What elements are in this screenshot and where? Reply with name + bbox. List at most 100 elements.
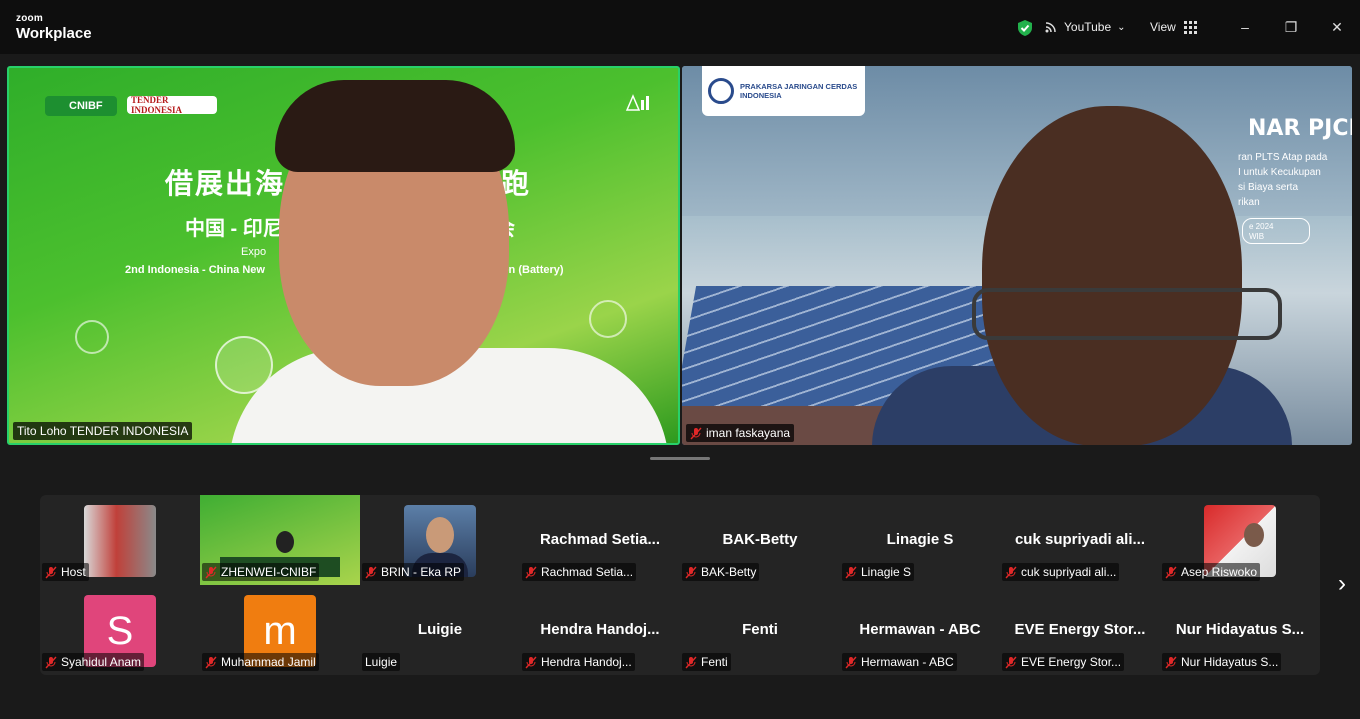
participant-tile[interactable]: Fenti Fenti <box>680 585 840 675</box>
participant-tile[interactable]: Linagie S Linagie S <box>840 495 1000 585</box>
participant-name-tag: Hermawan - ABC <box>842 653 957 671</box>
webinar-desc-line: I untuk Kecukupan <box>1238 167 1321 178</box>
pjci-logo: PRAKARSA JARINGAN CERDAS INDONESIA <box>702 66 865 116</box>
participant-display-name: Linagie S <box>886 531 954 548</box>
participant-display-name: Hermawan - ABC <box>859 621 981 638</box>
mic-muted-icon <box>1005 656 1017 668</box>
speaker-name: Tito Loho TENDER INDONESIA <box>17 424 189 438</box>
close-button[interactable]: ✕ <box>1328 18 1346 36</box>
person-face <box>426 517 454 553</box>
speaker-hair <box>275 80 515 172</box>
participant-tile[interactable]: Asep Riswoko <box>1160 495 1320 585</box>
participant-tile[interactable]: S Syahidul Anam <box>40 585 200 675</box>
tender-logo: TENDER INDONESIA <box>127 95 217 115</box>
speaker-tile[interactable]: PRAKARSA JARINGAN CERDAS INDONESIA NAR P… <box>682 66 1352 445</box>
participant-name-tag: EVE Energy Stor... <box>1002 653 1125 671</box>
participant-display-name: Fenti <box>742 621 778 638</box>
participant-tile[interactable]: Luigie Luigie <box>360 585 520 675</box>
participant-name-tag: Nur Hidayatus S... <box>1162 653 1282 671</box>
participant-tile[interactable]: Nur Hidayatus S... Nur Hidayatus S... <box>1160 585 1320 675</box>
webinar-date-badge: e 2024 WIB <box>1242 218 1310 244</box>
webinar-desc-line: si Biaya serta <box>1238 182 1299 193</box>
participant-gallery-strip: Host ZHENWEI-CNIBF BRIN - Eka RP Rachmad… <box>40 495 1320 675</box>
mic-muted-icon <box>845 656 857 668</box>
glasses-icon <box>972 288 1282 340</box>
webinar-desc-line: ran PLTS Atap pada <box>1238 152 1328 163</box>
pjci-logo-icon <box>708 78 734 104</box>
mic-muted-icon <box>845 566 857 578</box>
cnibf-logo-text: CNIBF <box>69 100 103 112</box>
participant-name: Luigie <box>365 655 398 669</box>
mic-muted-icon <box>525 656 537 668</box>
restore-button[interactable]: ❐ <box>1282 18 1300 36</box>
chevron-down-icon: ⌄ <box>1117 21 1126 33</box>
car-decor-icon <box>589 300 627 338</box>
mic-muted-icon <box>1165 566 1177 578</box>
participant-name: Muhammad Jamil <box>221 655 316 669</box>
participant-display-name: cuk supriyadi ali... <box>1014 531 1146 548</box>
tender-logo-text: TENDER INDONESIA <box>131 95 183 115</box>
webinar-date: e 2024 <box>1249 222 1274 231</box>
participant-name: Asep Riswoko <box>1181 565 1258 579</box>
participant-tile[interactable]: BAK-Betty BAK-Betty <box>680 495 840 585</box>
participant-name-tag: Asep Riswoko <box>1162 563 1261 581</box>
person-face <box>1244 523 1264 547</box>
expo-logo-icon <box>623 90 655 114</box>
participant-tile[interactable]: cuk supriyadi ali... cuk supriyadi ali..… <box>1000 495 1160 585</box>
security-shield-icon[interactable] <box>1016 19 1034 37</box>
participant-name-tag: Luigie <box>362 653 401 671</box>
participant-name: ZHENWEI-CNIBF <box>221 565 317 579</box>
participant-tile[interactable]: m Muhammad Jamil <box>200 585 360 675</box>
participant-display-name: Luigie <box>417 621 463 638</box>
participant-name-tag: Host <box>42 563 89 581</box>
slide-title-cn: 借展出海 <box>165 168 286 199</box>
participant-name: Syahidul Anam <box>61 655 142 669</box>
mic-muted-icon <box>205 656 217 668</box>
participant-name-tag: Fenti <box>682 653 731 671</box>
title-bar: zoom Workplace YouTube ⌄ View – ❐ ✕ <box>0 0 1360 54</box>
mic-muted-icon <box>365 566 377 578</box>
participant-tile[interactable]: Rachmad Setia... Rachmad Setia... <box>520 495 680 585</box>
participant-tile[interactable]: ZHENWEI-CNIBF <box>200 495 360 585</box>
participant-display-name: Rachmad Setia... <box>539 531 661 548</box>
participant-name-tag: BAK-Betty <box>682 563 760 581</box>
participant-name-tag: ZHENWEI-CNIBF <box>202 563 320 581</box>
next-page-arrow-icon[interactable]: › <box>1330 570 1354 600</box>
grid-icon <box>1183 20 1197 34</box>
view-menu[interactable]: View <box>1150 20 1197 34</box>
person-silhouette <box>276 531 294 553</box>
participant-display-name: Hendra Handoj... <box>540 621 660 638</box>
participant-name: Fenti <box>701 655 728 669</box>
minimize-button[interactable]: – <box>1236 18 1254 36</box>
mic-muted-icon <box>45 656 57 668</box>
app-logo: zoom Workplace <box>16 14 92 42</box>
participant-name: EVE Energy Stor... <box>1021 655 1122 669</box>
slide-expo-text: Expo <box>241 246 267 258</box>
participant-display-name: EVE Energy Stor... <box>1014 621 1146 638</box>
participant-name-tag: cuk supriyadi ali... <box>1002 563 1120 581</box>
participant-name: Rachmad Setia... <box>541 565 634 579</box>
webinar-desc-line: rikan <box>1238 197 1260 208</box>
mic-muted-icon <box>205 566 217 578</box>
participant-name: cuk supriyadi ali... <box>1021 565 1117 579</box>
participant-name: BRIN - Eka RP <box>381 565 462 579</box>
participant-tile[interactable]: Hendra Handoj... Hendra Handoj... <box>520 585 680 675</box>
participant-tile[interactable]: Host <box>40 495 200 585</box>
slide-subtitle-cn: 中国 - 印尼 <box>185 218 283 240</box>
mic-muted-icon <box>1165 656 1177 668</box>
participant-tile[interactable]: EVE Energy Stor... EVE Energy Stor... <box>1000 585 1160 675</box>
resize-handle[interactable] <box>650 457 710 460</box>
speaker-name: iman faskayana <box>706 426 791 440</box>
participant-tile[interactable]: Hermawan - ABC Hermawan - ABC <box>840 585 1000 675</box>
speaker-tile-active[interactable]: CNIBF TENDER INDONESIA 借展出海 跑 中国 - 印尼 会 … <box>7 66 680 445</box>
webinar-description: ran PLTS Atap pada I untuk Kecukupan si … <box>1238 150 1327 210</box>
mic-muted-icon <box>685 566 697 578</box>
participant-name-tag: Rachmad Setia... <box>522 563 637 581</box>
participant-name-tag: Hendra Handoj... <box>522 653 635 671</box>
streaming-menu[interactable]: YouTube ⌄ <box>1044 20 1126 34</box>
webinar-heading: NAR PJCI <box>1248 116 1352 141</box>
participant-name: Hermawan - ABC <box>861 655 954 669</box>
participant-video <box>84 505 156 577</box>
mic-muted-icon <box>1005 566 1017 578</box>
participant-tile[interactable]: BRIN - Eka RP <box>360 495 520 585</box>
